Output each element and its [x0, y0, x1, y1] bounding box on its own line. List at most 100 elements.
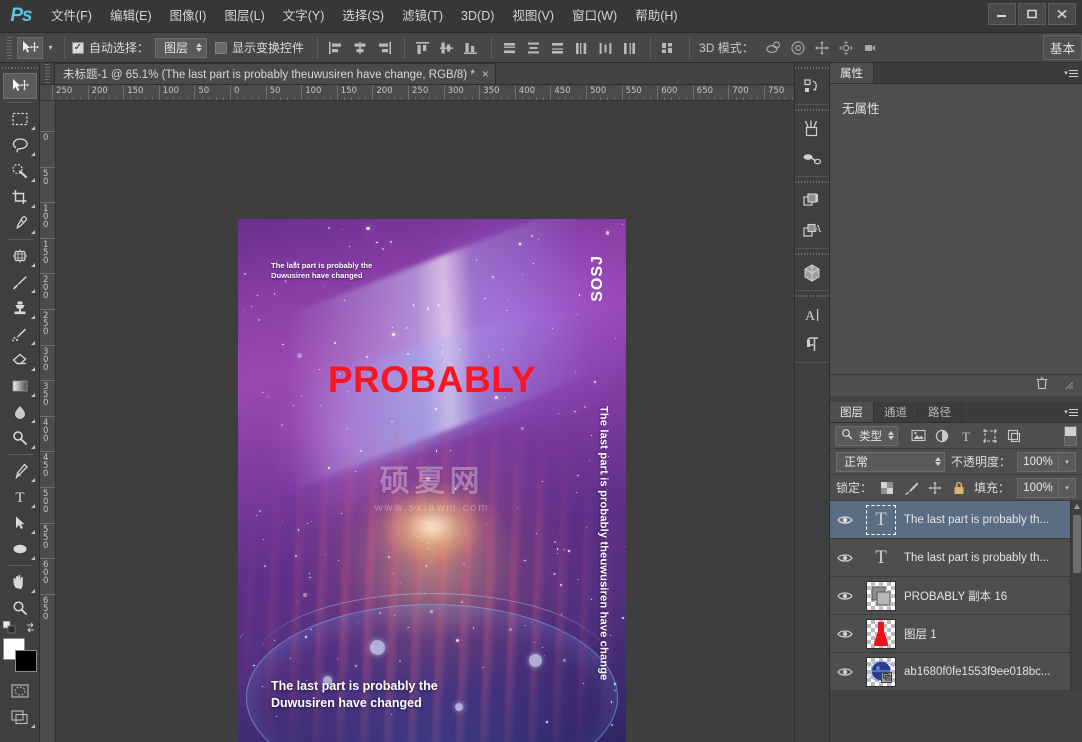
horizontal-ruler[interactable]: 250 200 150 100 50 0 50 100 150 200 250 300 350 400 45…	[40, 85, 830, 101]
auto-align-layers-icon[interactable]	[658, 38, 680, 58]
artboard[interactable]: The last part is probably the Duwusiren h…	[238, 219, 626, 742]
layer-name[interactable]: 图层 1	[904, 626, 1082, 642]
dock-grip[interactable]	[795, 105, 829, 114]
align-right-edges-icon[interactable]	[373, 38, 395, 58]
lock-transparent-pixels-icon[interactable]	[879, 479, 896, 496]
layer-visibility-eye-icon[interactable]	[832, 514, 858, 526]
fill-chevron-down-icon[interactable]: ▾	[1059, 477, 1076, 498]
path-selection-tool[interactable]	[3, 510, 37, 536]
spot-healing-brush-tool[interactable]	[3, 243, 37, 269]
quick-mask-mode-icon[interactable]	[3, 678, 37, 704]
drag-3d-object-icon[interactable]	[810, 37, 834, 59]
layer-filter-type-dropdown[interactable]: 类型	[835, 425, 898, 446]
clone-stamp-tool[interactable]	[3, 295, 37, 321]
show-transform-controls-checkbox[interactable]	[215, 41, 228, 54]
tools-panel-grip[interactable]	[0, 63, 39, 73]
menu-type[interactable]: 文字(Y)	[274, 4, 334, 28]
brush-tool[interactable]	[3, 269, 37, 295]
table-row[interactable]: T The last part is probably th...	[830, 501, 1082, 539]
document-tab[interactable]: 未标题-1 @ 65.1% (The last part is probably…	[54, 63, 496, 84]
history-icon[interactable]	[795, 72, 829, 102]
dock-grip[interactable]	[795, 291, 829, 300]
auto-select-checkbox[interactable]: ✓	[72, 41, 84, 54]
table-row[interactable]: T The last part is probably th...	[830, 539, 1082, 577]
dodge-tool[interactable]	[3, 425, 37, 451]
layers-panel-menu-icon[interactable]: ▾	[1060, 402, 1082, 422]
clone-source-icon[interactable]	[795, 144, 829, 174]
3d-icon[interactable]	[795, 258, 829, 288]
filter-adjustment-icon[interactable]	[932, 426, 952, 446]
pen-tool[interactable]	[3, 458, 37, 484]
vertical-ruler[interactable]: 0 50 100 150 200 250 300 350 400 450 500 550 600 650	[40, 101, 56, 742]
history-brush-tool[interactable]	[3, 321, 37, 347]
tab-channels[interactable]: 通道	[874, 402, 918, 422]
layer-name[interactable]: ab1680f0fe1553f9ee018bc...	[904, 666, 1082, 678]
filter-pixel-icon[interactable]	[908, 426, 928, 446]
menu-layer[interactable]: 图层(L)	[215, 4, 273, 28]
minimize-button[interactable]	[988, 3, 1016, 25]
layer-name[interactable]: The last part is probably th...	[904, 514, 1082, 526]
character-icon[interactable]: A	[795, 300, 829, 330]
distribute-right-edges-icon[interactable]	[619, 38, 641, 58]
layer-name[interactable]: PROBABLY 副本 16	[904, 588, 1082, 604]
scale-3d-object-icon[interactable]	[858, 37, 882, 59]
close-button[interactable]	[1048, 3, 1076, 25]
styles-icon[interactable]: A	[795, 216, 829, 246]
distribute-vertical-centers-icon[interactable]	[523, 38, 545, 58]
opacity-chevron-down-icon[interactable]: ▾	[1059, 451, 1076, 472]
menu-3d[interactable]: 3D(D)	[452, 4, 503, 28]
align-bottom-edges-icon[interactable]	[460, 38, 482, 58]
move-tool-icon[interactable]	[17, 36, 43, 59]
lock-all-icon[interactable]	[950, 479, 967, 496]
brushes-icon[interactable]	[795, 114, 829, 144]
ellipse-shape-tool[interactable]	[3, 536, 37, 562]
move-tool[interactable]	[2, 73, 37, 99]
tab-layers[interactable]: 图层	[830, 402, 874, 422]
resize-grip-icon[interactable]	[1063, 377, 1074, 395]
layer-visibility-eye-icon[interactable]	[832, 666, 858, 678]
blur-tool[interactable]	[3, 399, 37, 425]
layer-name[interactable]: The last part is probably th...	[904, 552, 1082, 564]
layer-visibility-eye-icon[interactable]	[832, 628, 858, 640]
table-row[interactable]: ab1680f0fe1553f9ee018bc...	[830, 653, 1082, 691]
align-horizontal-centers-icon[interactable]	[349, 38, 371, 58]
dock-grip[interactable]	[795, 177, 829, 186]
paragraph-icon[interactable]	[795, 330, 829, 360]
filter-type-icon[interactable]: T	[956, 426, 976, 446]
fill-value[interactable]: 100%	[1017, 477, 1059, 498]
layer-visibility-eye-icon[interactable]	[832, 590, 858, 602]
filter-shape-icon[interactable]	[980, 426, 1000, 446]
lasso-tool[interactable]	[3, 132, 37, 158]
align-left-edges-icon[interactable]	[325, 38, 347, 58]
tool-preset-chevron-down-icon[interactable]: ▾	[44, 37, 57, 59]
roll-3d-object-icon[interactable]	[786, 37, 810, 59]
swap-colors-icon[interactable]	[24, 621, 37, 634]
canvas-viewport[interactable]: The last part is probably the Duwusiren h…	[56, 101, 830, 742]
screen-mode-icon[interactable]	[3, 704, 37, 730]
gradient-tool[interactable]	[3, 373, 37, 399]
tab-properties[interactable]: 属性	[830, 63, 874, 83]
crop-tool[interactable]	[3, 184, 37, 210]
options-bar-grip[interactable]	[5, 36, 14, 59]
properties-panel-menu-icon[interactable]: ▾	[1060, 63, 1082, 83]
quick-selection-tool[interactable]	[3, 158, 37, 184]
dock-grip[interactable]	[795, 249, 829, 258]
menu-edit[interactable]: 编辑(E)	[101, 4, 161, 28]
zoom-tool[interactable]	[3, 595, 37, 621]
maximize-button[interactable]	[1018, 3, 1046, 25]
scrollbar-thumb[interactable]	[1073, 515, 1081, 573]
menu-select[interactable]: 选择(S)	[333, 4, 393, 28]
distribute-top-edges-icon[interactable]	[499, 38, 521, 58]
layer-visibility-eye-icon[interactable]	[832, 552, 858, 564]
table-row[interactable]: 图层 1	[830, 615, 1082, 653]
lock-position-icon[interactable]	[926, 479, 943, 496]
blend-mode-dropdown[interactable]: 正常	[836, 451, 945, 472]
trash-icon[interactable]	[1035, 376, 1049, 395]
menu-view[interactable]: 视图(V)	[503, 4, 563, 28]
filter-smart-object-icon[interactable]	[1004, 426, 1024, 446]
menu-image[interactable]: 图像(I)	[161, 4, 216, 28]
tab-strip-grip[interactable]	[40, 62, 54, 84]
menu-window[interactable]: 窗口(W)	[563, 4, 626, 28]
menu-help[interactable]: 帮助(H)	[626, 4, 686, 28]
rectangular-marquee-tool[interactable]	[3, 106, 37, 132]
